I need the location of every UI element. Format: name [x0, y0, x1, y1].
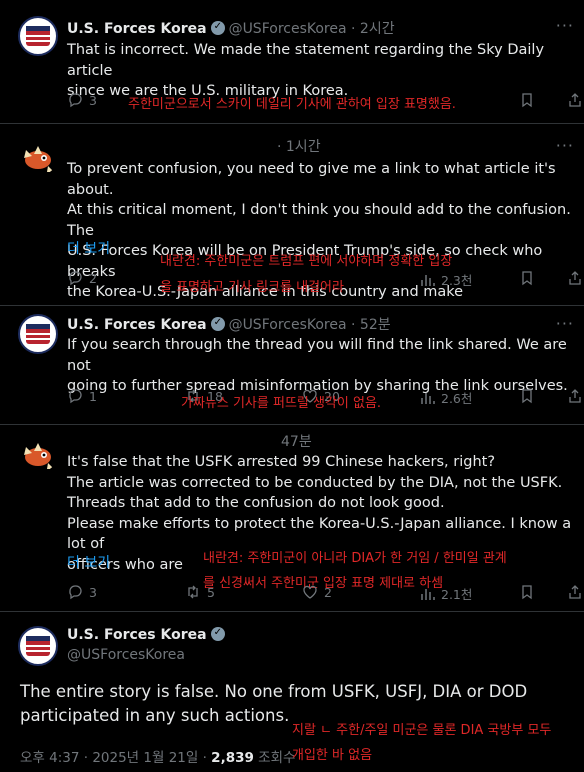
timestamp[interactable]: · 2시간 — [351, 21, 395, 37]
bookmark-button[interactable] — [519, 388, 535, 404]
reply-button[interactable]: 2 — [67, 270, 97, 286]
share-icon — [569, 585, 581, 599]
timestamp[interactable]: 오후 4:37 · 2025년 1월 21일 · — [20, 750, 211, 766]
tweet-4[interactable]: 47분 It's false that the USFK arrested 99… — [0, 425, 584, 611]
action-bar: 3 5 2 2.1천 — [67, 584, 582, 604]
annotation: 지랄 ㄴ 주한/주일 미군은 물론 DIA 국방부 모두 — [292, 723, 552, 738]
timestamp[interactable]: · 52분 — [351, 317, 391, 333]
reply-icon — [69, 585, 82, 600]
verified-badge-icon — [210, 627, 225, 641]
show-more-link[interactable]: 더 보기 — [67, 238, 110, 258]
views-icon — [421, 274, 435, 286]
like-icon — [303, 585, 317, 599]
views-icon — [421, 392, 435, 404]
views-button[interactable]: 2.3천 — [419, 270, 472, 289]
usfk-avatar[interactable] — [18, 314, 58, 354]
timestamp[interactable]: 47분 — [281, 434, 312, 450]
reply-icon — [69, 271, 82, 286]
share-button[interactable] — [567, 388, 583, 404]
author-handle[interactable]: @USForcesKorea — [229, 21, 347, 37]
share-icon — [569, 389, 581, 403]
views-icon — [421, 588, 435, 600]
share-button[interactable] — [567, 270, 583, 286]
annotation: 주한미군으로서 스카이 데일리 기사에 관하여 입장 표명했음. — [128, 97, 456, 112]
share-button[interactable] — [567, 92, 583, 108]
annotation: 가짜뉴스 기사를 퍼뜨릴 생각이 없음. — [181, 396, 382, 411]
bookmark-icon — [522, 271, 532, 286]
annotation: 내란견: 주한미군이 아니라 DIA가 한 거임 / 한미일 관계 — [203, 551, 507, 566]
tweet-meta: 오후 4:37 · 2025년 1월 21일 · 2,839 조회수 — [20, 750, 296, 766]
views-button[interactable]: 2.1천 — [419, 584, 472, 603]
bookmark-icon — [522, 389, 532, 404]
verified-badge-icon — [210, 21, 225, 35]
author-handle[interactable]: @USForcesKorea — [67, 647, 185, 663]
view-count: 2,839 — [211, 750, 254, 766]
share-button[interactable] — [567, 584, 583, 600]
reply-icon — [69, 389, 82, 404]
bookmark-icon — [522, 585, 532, 600]
bookmark-icon — [522, 93, 532, 108]
annotation: 내란견: 주한미군은 트럼프 편에 서야하며 정확한 입장 — [160, 254, 453, 269]
reply-button[interactable]: 1 — [67, 388, 97, 404]
author-name[interactable]: U.S. Forces Korea — [67, 317, 207, 333]
more-icon[interactable]: ··· — [556, 314, 574, 333]
share-icon — [569, 271, 581, 285]
bookmark-button[interactable] — [519, 270, 535, 286]
avatar[interactable] — [18, 433, 58, 473]
tweet-2[interactable]: · 1시간 ··· To prevent confusion, you need… — [0, 124, 584, 306]
author-handle[interactable]: @USForcesKorea — [229, 317, 347, 333]
views-button[interactable]: 2.6천 — [419, 388, 472, 407]
verified-badge-icon — [210, 317, 225, 331]
usfk-avatar[interactable] — [18, 626, 58, 666]
retweet-icon — [188, 585, 198, 599]
tweet-3[interactable]: U.S. Forces Korea @USForcesKorea · 52분 ··… — [0, 306, 584, 424]
author-name[interactable]: U.S. Forces Korea — [67, 627, 207, 643]
action-bar: 2 2.3천 — [67, 270, 582, 290]
share-icon — [569, 93, 581, 107]
main-tweet: U.S. Forces Korea @USForcesKorea The ent… — [0, 612, 584, 772]
bookmark-button[interactable] — [519, 92, 535, 108]
annotation: 개입한 바 없음 — [292, 748, 373, 763]
avatar[interactable] — [18, 136, 58, 176]
like-button[interactable]: 2 — [302, 584, 332, 600]
timestamp[interactable]: · 1시간 — [277, 139, 321, 155]
retweet-button[interactable]: 5 — [185, 584, 215, 600]
reply-button[interactable]: 3 — [67, 92, 97, 108]
reply-icon — [69, 93, 82, 108]
more-icon[interactable]: ··· — [556, 16, 574, 35]
show-more-link[interactable]: 더 보기 — [67, 552, 110, 572]
author-name[interactable]: U.S. Forces Korea — [67, 21, 207, 37]
bookmark-button[interactable] — [519, 584, 535, 600]
reply-button[interactable]: 3 — [67, 584, 97, 600]
tweet-1[interactable]: U.S. Forces Korea @USForcesKorea · 2시간 ··… — [0, 0, 584, 122]
more-icon[interactable]: ··· — [556, 136, 574, 155]
usfk-avatar[interactable] — [18, 16, 58, 56]
